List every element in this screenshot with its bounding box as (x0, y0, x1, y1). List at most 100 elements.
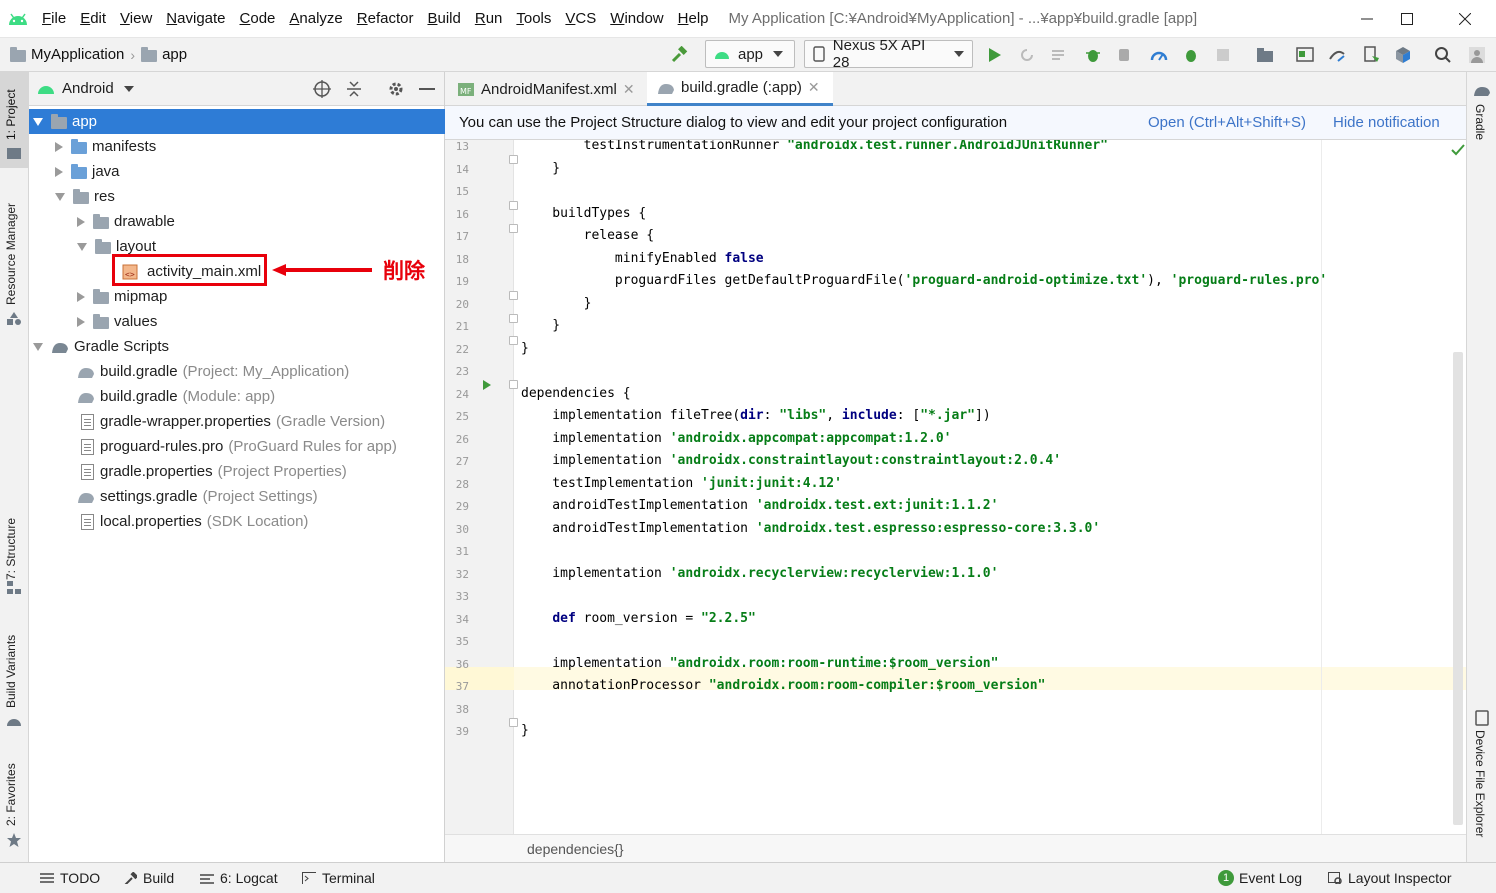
fold-marker-icon[interactable] (509, 380, 518, 389)
run-config-select[interactable]: app (705, 40, 795, 68)
tree-item-local-properties[interactable]: local.properties (SDK Location) (29, 509, 445, 534)
code-editor[interactable]: 13 testInstrumentationRunner "androidx.t… (445, 140, 1466, 834)
hide-notification-link[interactable]: Hide notification (1333, 114, 1440, 131)
breadcrumb-project[interactable]: MyApplication (0, 46, 124, 63)
menu-navigate[interactable]: Navigate (160, 0, 233, 38)
debug-button[interactable] (1082, 44, 1104, 66)
breadcrumb-module[interactable]: app (135, 46, 187, 63)
todo-tool-button[interactable]: TODO (40, 863, 100, 893)
terminal-tool-button[interactable]: Terminal (302, 863, 375, 893)
account-button[interactable] (1466, 44, 1488, 66)
structure-tab[interactable]: 7: Structure (4, 518, 18, 580)
resource-manager-tab[interactable]: Resource Manager (4, 203, 18, 305)
status-bar: TODO Build 6: Logcat Terminal 1 Event Lo… (0, 862, 1496, 892)
crosshair-icon (313, 80, 331, 98)
run-gutter-icon[interactable] (482, 379, 492, 391)
maximize-window-button[interactable] (1382, 0, 1432, 38)
close-tab-icon[interactable]: ✕ (808, 79, 820, 96)
tree-item-build-gradle-module[interactable]: build.gradle (Module: app) (29, 384, 445, 409)
project-view-select[interactable]: Android (62, 80, 114, 97)
run-button[interactable] (984, 44, 1006, 66)
line-number: 23 (455, 365, 469, 378)
tree-item-manifests[interactable]: manifests (29, 134, 445, 159)
tree-item-java[interactable]: java (29, 159, 445, 184)
project-tool-tab[interactable]: 1: Project (4, 89, 18, 140)
collapse-all-button[interactable] (345, 80, 363, 102)
build-variants-tab[interactable]: Build Variants (4, 635, 18, 708)
menu-analyze[interactable]: Analyze (283, 0, 350, 38)
editor-breadcrumb[interactable]: dependencies{} (527, 841, 624, 857)
menu-refactor[interactable]: Refactor (351, 0, 422, 38)
tab-build-gradle-app[interactable]: build.gradle (:app) ✕ (647, 72, 833, 106)
tree-item-drawable[interactable]: drawable (29, 209, 445, 234)
fold-marker-icon[interactable] (509, 155, 518, 164)
make-project-hammer-icon[interactable] (668, 44, 690, 66)
tree-item-gradle-wrapper-properties[interactable]: gradle-wrapper.properties (Gradle Versio… (29, 409, 445, 434)
panel-settings-button[interactable] (387, 80, 405, 102)
device-select[interactable]: Nexus 5X API 28 (804, 37, 973, 71)
editor-scrollbar[interactable] (1453, 352, 1463, 825)
tree-item-proguard-rules[interactable]: proguard-rules.pro (ProGuard Rules for a… (29, 434, 445, 459)
event-log-tool-button[interactable]: 1 Event Log (1218, 863, 1302, 893)
attach-debugger-button[interactable] (1114, 44, 1136, 66)
menu-tools[interactable]: Tools (510, 0, 559, 38)
fold-marker-icon[interactable] (509, 336, 518, 345)
sdk-manager-button[interactable] (1392, 44, 1414, 66)
tree-item-mipmap[interactable]: mipmap (29, 284, 445, 309)
favorites-tab[interactable]: 2: Favorites (4, 763, 18, 826)
chevron-down-icon (773, 51, 784, 57)
fold-marker-icon[interactable] (509, 718, 518, 727)
code-line: implementation fileTree(dir: "libs", inc… (521, 408, 991, 423)
logcat-tool-button[interactable]: 6: Logcat (200, 863, 278, 893)
gradle-tab[interactable]: Gradle (1473, 104, 1487, 140)
menu-build[interactable]: Build (421, 0, 468, 38)
device-manager-button[interactable] (1360, 44, 1382, 66)
fold-marker-icon[interactable] (509, 291, 518, 300)
menu-help[interactable]: Help (672, 0, 717, 38)
menu-code[interactable]: Code (234, 0, 284, 38)
tree-item-values[interactable]: values (29, 309, 445, 334)
folder-icon (10, 46, 26, 62)
project-structure-button[interactable] (1254, 44, 1276, 66)
menu-window[interactable]: Window (604, 0, 671, 38)
fold-marker-icon[interactable] (509, 224, 518, 233)
search-everywhere-button[interactable] (1432, 44, 1454, 66)
locate-file-button[interactable] (313, 80, 331, 102)
profile-button[interactable] (1148, 44, 1170, 66)
close-tab-icon[interactable]: ✕ (623, 81, 635, 98)
todo-label: TODO (60, 870, 101, 886)
close-window-button[interactable] (1440, 0, 1490, 38)
layout-inspector-tool-button[interactable]: Layout Inspector (1328, 863, 1452, 893)
menu-view[interactable]: View (114, 0, 160, 38)
menu-vcs[interactable]: VCS (559, 0, 604, 38)
apply-code-changes-button[interactable] (1048, 44, 1070, 66)
chevron-down-icon[interactable] (123, 85, 134, 92)
tree-item-label: build.gradle (100, 388, 178, 405)
device-file-explorer-tab[interactable]: Device File Explorer (1473, 730, 1487, 837)
tree-item-res[interactable]: res (29, 184, 445, 209)
tree-item-settings-gradle[interactable]: settings.gradle (Project Settings) (29, 484, 445, 509)
hide-panel-minimize-icon[interactable] (419, 88, 435, 90)
fold-marker-icon[interactable] (509, 314, 518, 323)
code-line: def room_version = "2.2.5" (552, 610, 756, 626)
folder-icon (71, 163, 87, 179)
fold-marker-icon[interactable] (509, 201, 518, 210)
project-structure-notification: You can use the Project Structure dialog… (445, 106, 1466, 140)
tree-item-build-gradle-project[interactable]: build.gradle (Project: My_Application) (29, 359, 445, 384)
tree-item-app[interactable]: app (29, 109, 445, 134)
menu-edit[interactable]: Edit (74, 0, 114, 38)
avd-manager-button[interactable] (1294, 44, 1316, 66)
stop-button[interactable] (1212, 44, 1234, 66)
build-tool-button[interactable]: Build (123, 863, 174, 893)
tree-item-gradle-scripts[interactable]: Gradle Scripts (29, 334, 445, 359)
expand-arrow-icon (33, 342, 43, 351)
open-project-structure-link[interactable]: Open (Ctrl+Alt+Shift+S) (1148, 114, 1306, 131)
collapse-arrow-icon (55, 141, 63, 152)
tab-android-manifest[interactable]: MF AndroidManifest.xml ✕ (447, 72, 645, 106)
tree-item-gradle-properties[interactable]: gradle.properties (Project Properties) (29, 459, 445, 484)
menu-run[interactable]: Run (469, 0, 511, 38)
apply-changes-button[interactable] (1016, 44, 1038, 66)
debug-attach-button[interactable] (1180, 44, 1202, 66)
sync-gradle-button[interactable] (1326, 44, 1348, 66)
menu-file[interactable]: File (36, 0, 74, 38)
